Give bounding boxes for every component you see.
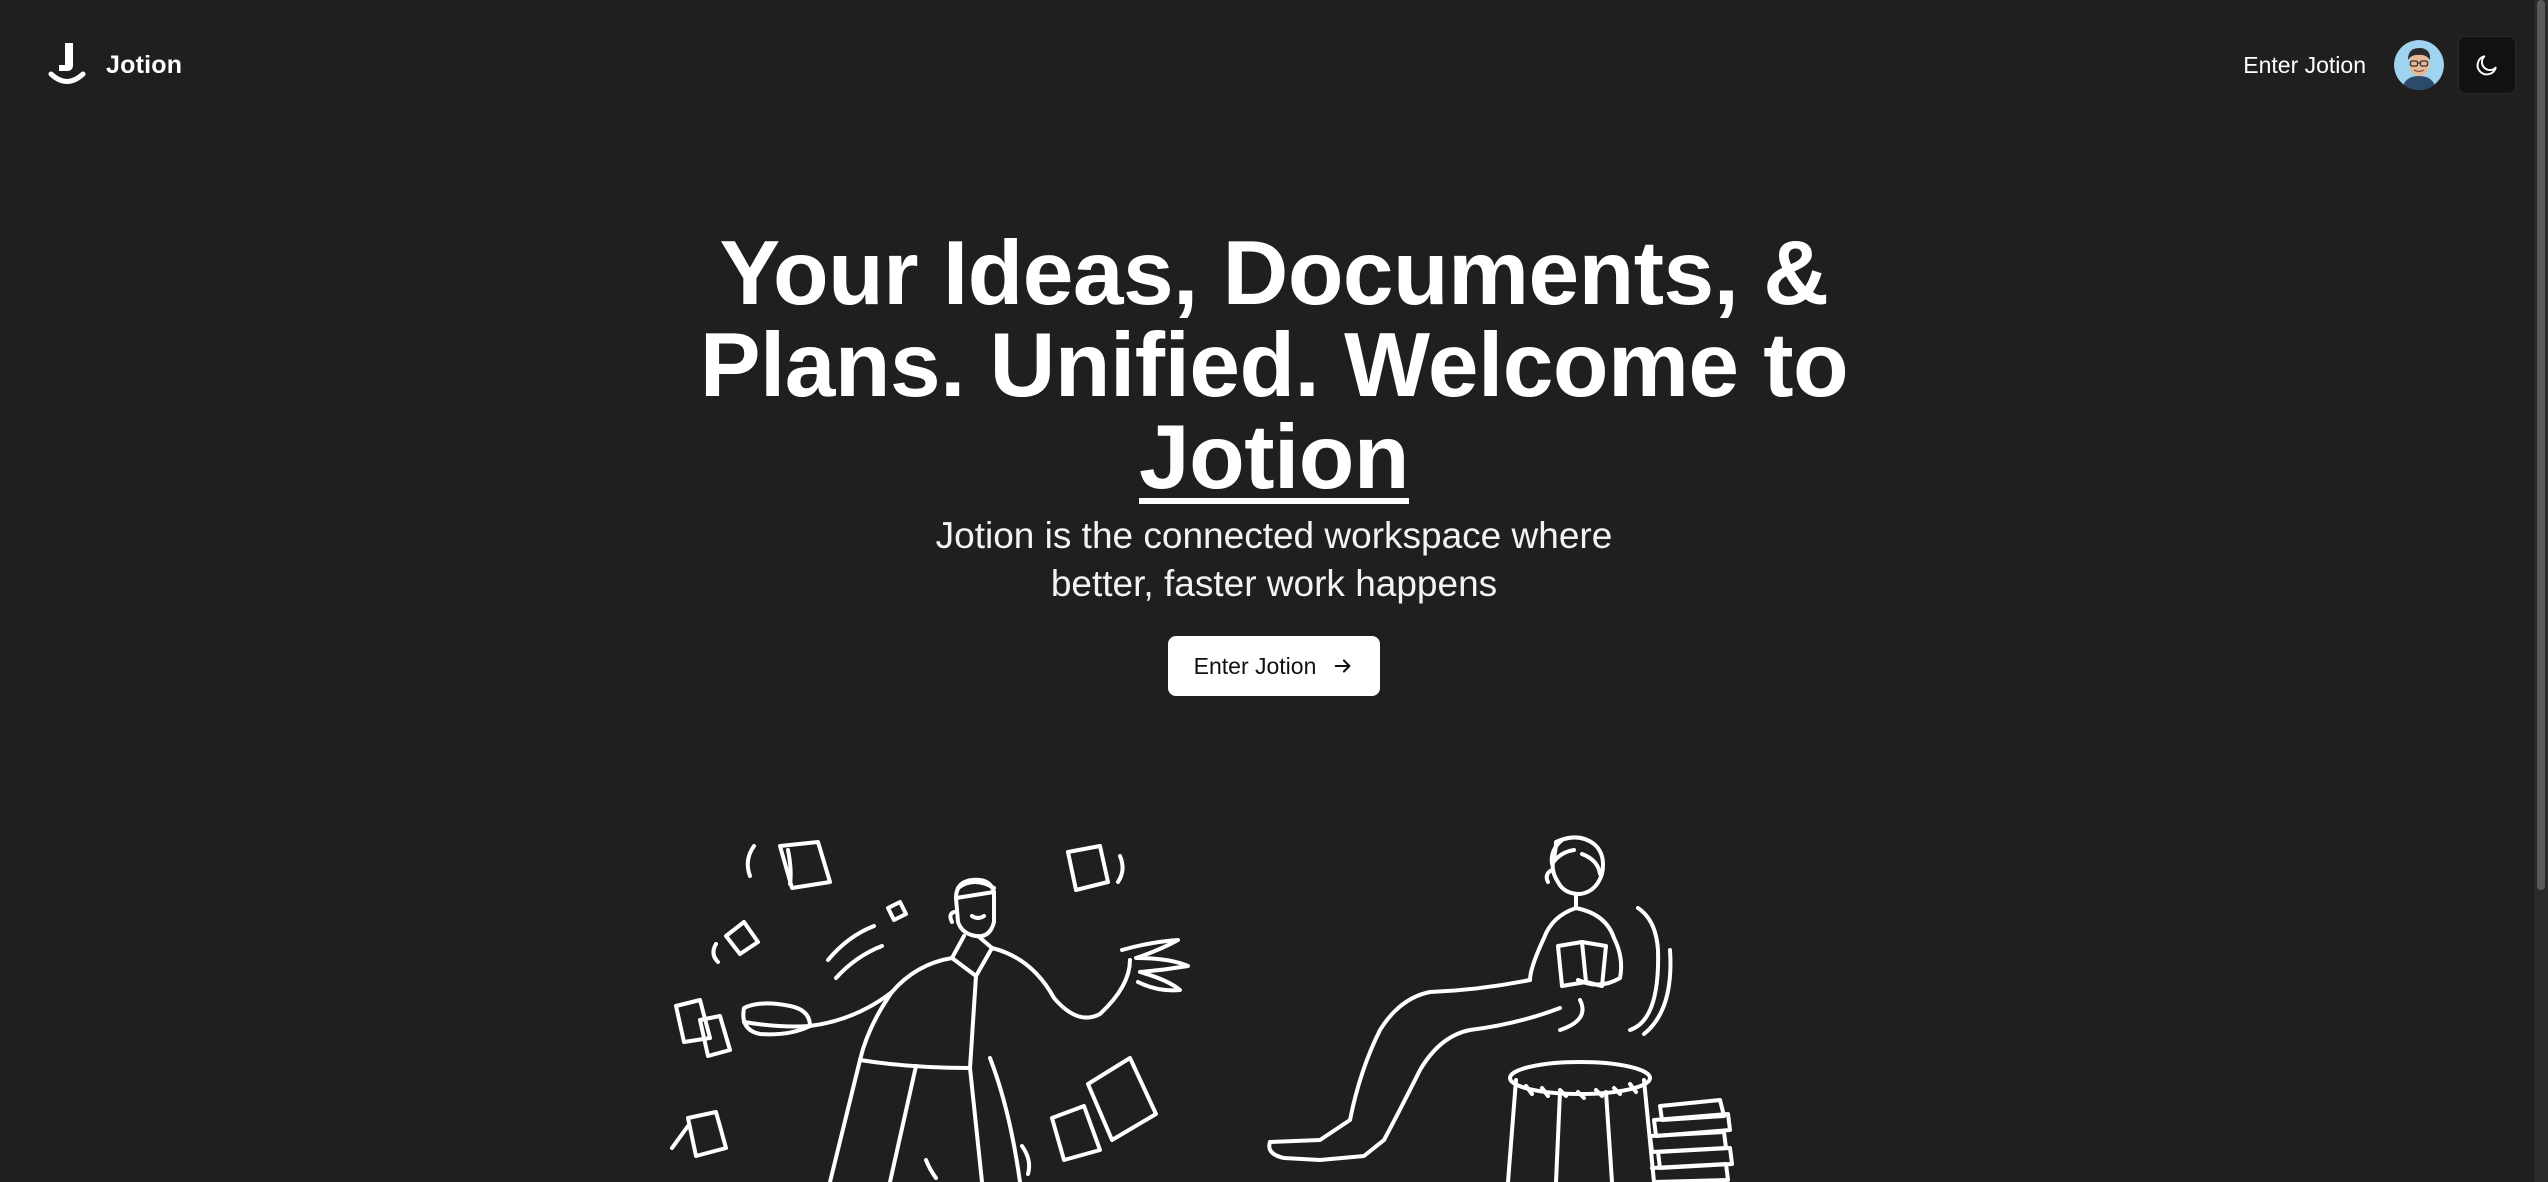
- navbar: Jotion Enter Jotion: [0, 0, 2548, 130]
- hero-subtitle: Jotion is the connected workspace where …: [935, 515, 1613, 604]
- brand-name: Jotion: [106, 50, 183, 79]
- hero-title-text: Your Ideas, Documents, & Plans. Unified.…: [699, 223, 1849, 416]
- jotion-logo-icon: [48, 43, 86, 84]
- nav-actions: Enter Jotion: [2229, 36, 2516, 94]
- hero-illustrations: [660, 830, 1740, 1182]
- cta-label: Enter Jotion: [1193, 652, 1317, 679]
- hero-title: Your Ideas, Documents, & Plans. Unified.…: [694, 228, 1854, 504]
- user-avatar[interactable]: [2394, 40, 2444, 90]
- arrow-right-icon: [1335, 659, 1351, 673]
- hero-section: Your Ideas, Documents, & Plans. Unified.…: [0, 228, 2548, 696]
- documents-illustration: [670, 840, 1190, 1182]
- theme-toggle-button[interactable]: [2458, 36, 2516, 94]
- avatar-image: [2394, 40, 2444, 90]
- reading-illustration: [1267, 835, 1734, 1182]
- page-scrollbar[interactable]: [2534, 0, 2548, 1182]
- enter-jotion-link[interactable]: Enter Jotion: [2229, 42, 2380, 89]
- hero-title-brand: Jotion: [1139, 407, 1409, 508]
- scrollbar-thumb[interactable]: [2537, 0, 2545, 890]
- brand-link[interactable]: Jotion: [48, 41, 182, 89]
- moon-icon: [2476, 55, 2497, 76]
- enter-jotion-button[interactable]: Enter Jotion: [1167, 636, 1381, 696]
